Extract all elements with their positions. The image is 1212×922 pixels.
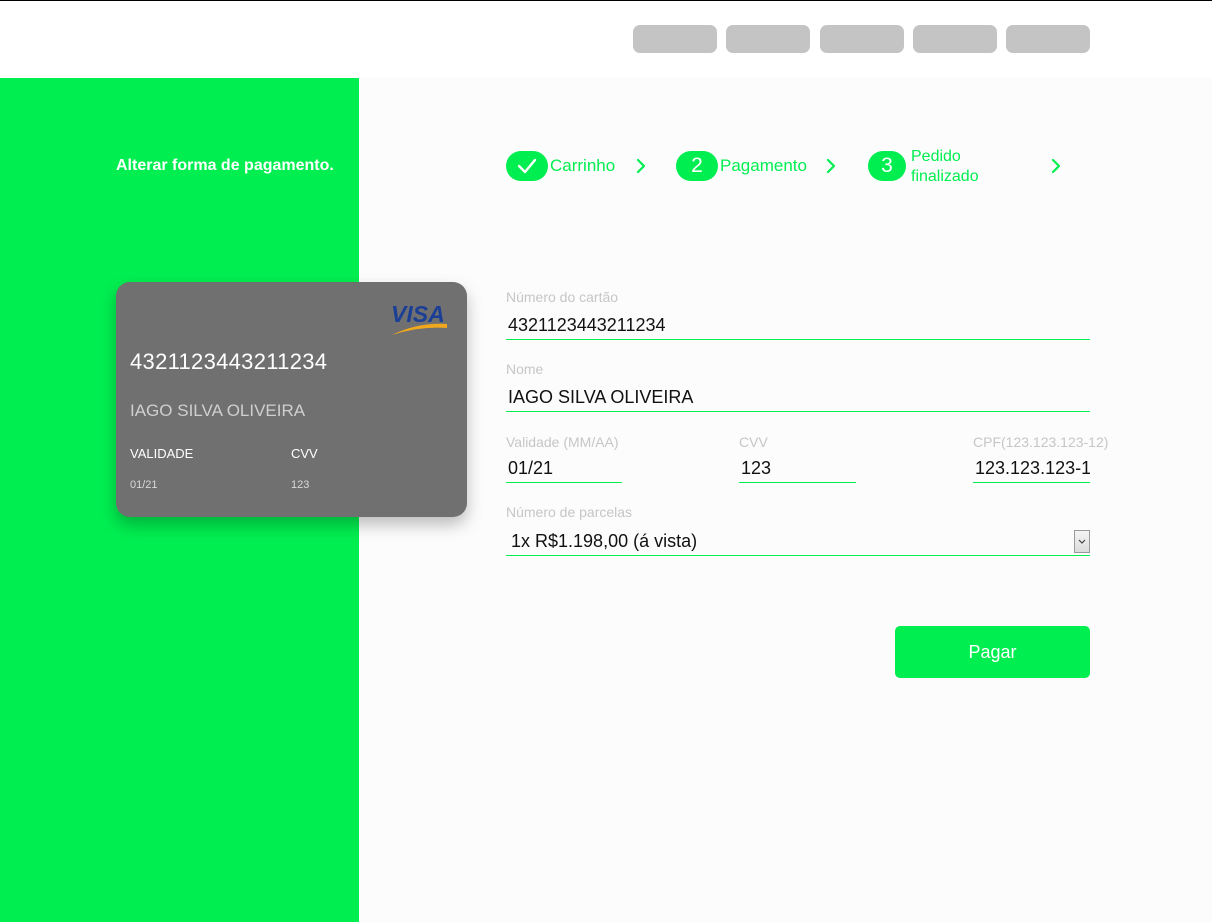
cpf-input[interactable] bbox=[973, 455, 1090, 483]
nav-item-2[interactable] bbox=[726, 25, 810, 53]
main-content bbox=[359, 78, 1212, 922]
card-holder-display: IAGO SILVA OLIVEIRA bbox=[130, 401, 306, 420]
step-badge-finished: 3 bbox=[868, 151, 906, 181]
nav-item-1[interactable] bbox=[633, 25, 717, 53]
cvv-input[interactable] bbox=[739, 455, 856, 483]
cpf-label: CPF(123.123.123-12) bbox=[973, 434, 1109, 450]
nav-item-3[interactable] bbox=[820, 25, 904, 53]
step-finished[interactable]: 3 Pedido finalizado bbox=[868, 148, 1068, 185]
step-label-finished-line2: finalizado bbox=[911, 168, 979, 185]
installments-select[interactable]: 1x R$1.198,00 (á vista) bbox=[506, 528, 1090, 556]
visa-logo: VISA bbox=[391, 301, 447, 335]
step-badge-payment: 2 bbox=[676, 151, 718, 181]
step-label-finished: Pedido finalizado bbox=[911, 147, 979, 187]
step-label-payment: Pagamento bbox=[720, 156, 807, 175]
expiry-input[interactable] bbox=[506, 455, 622, 483]
change-payment-link[interactable]: Alterar forma de pagamento. bbox=[116, 157, 334, 175]
pay-button[interactable]: Pagar bbox=[895, 626, 1090, 678]
visa-logo-text: VISA bbox=[391, 301, 445, 327]
chevron-right-icon bbox=[636, 158, 646, 174]
chevron-right-icon bbox=[826, 158, 836, 174]
check-icon bbox=[517, 158, 537, 174]
card-expiry-label: VALIDADE bbox=[130, 446, 194, 461]
installments-selected-value: 1x R$1.198,00 (á vista) bbox=[511, 531, 698, 551]
card-number-input[interactable] bbox=[506, 312, 1090, 340]
step-label-finished-line1: Pedido bbox=[911, 148, 961, 165]
installments-label: Número de parcelas bbox=[506, 504, 633, 520]
step-payment[interactable]: 2 Pagamento bbox=[676, 151, 846, 181]
chevron-down-icon bbox=[1078, 539, 1086, 544]
card-expiry-display: 01/21 bbox=[130, 479, 158, 491]
cvv-label: CVV bbox=[739, 434, 768, 450]
nav-item-4[interactable] bbox=[913, 25, 997, 53]
card-number-label: Número do cartão bbox=[506, 289, 619, 305]
expiry-label: Validade (MM/AA) bbox=[506, 434, 619, 450]
card-cvv-label: CVV bbox=[291, 446, 318, 461]
name-input[interactable] bbox=[506, 384, 1090, 412]
card-number-display: 4321123443211234 bbox=[130, 349, 328, 374]
step-label-cart: Carrinho bbox=[550, 156, 616, 175]
dropdown-toggle[interactable] bbox=[1074, 530, 1090, 553]
step-badge-cart bbox=[506, 151, 548, 181]
top-navbar bbox=[0, 1, 1212, 78]
name-label: Nome bbox=[506, 361, 544, 377]
card-cvv-display: 123 bbox=[291, 479, 310, 491]
step-cart[interactable]: Carrinho bbox=[506, 151, 656, 181]
chevron-right-icon bbox=[1051, 158, 1061, 174]
nav-item-5[interactable] bbox=[1006, 25, 1090, 53]
credit-card-preview: VISA 4321123443211234 IAGO SILVA OLIVEIR… bbox=[116, 282, 467, 517]
